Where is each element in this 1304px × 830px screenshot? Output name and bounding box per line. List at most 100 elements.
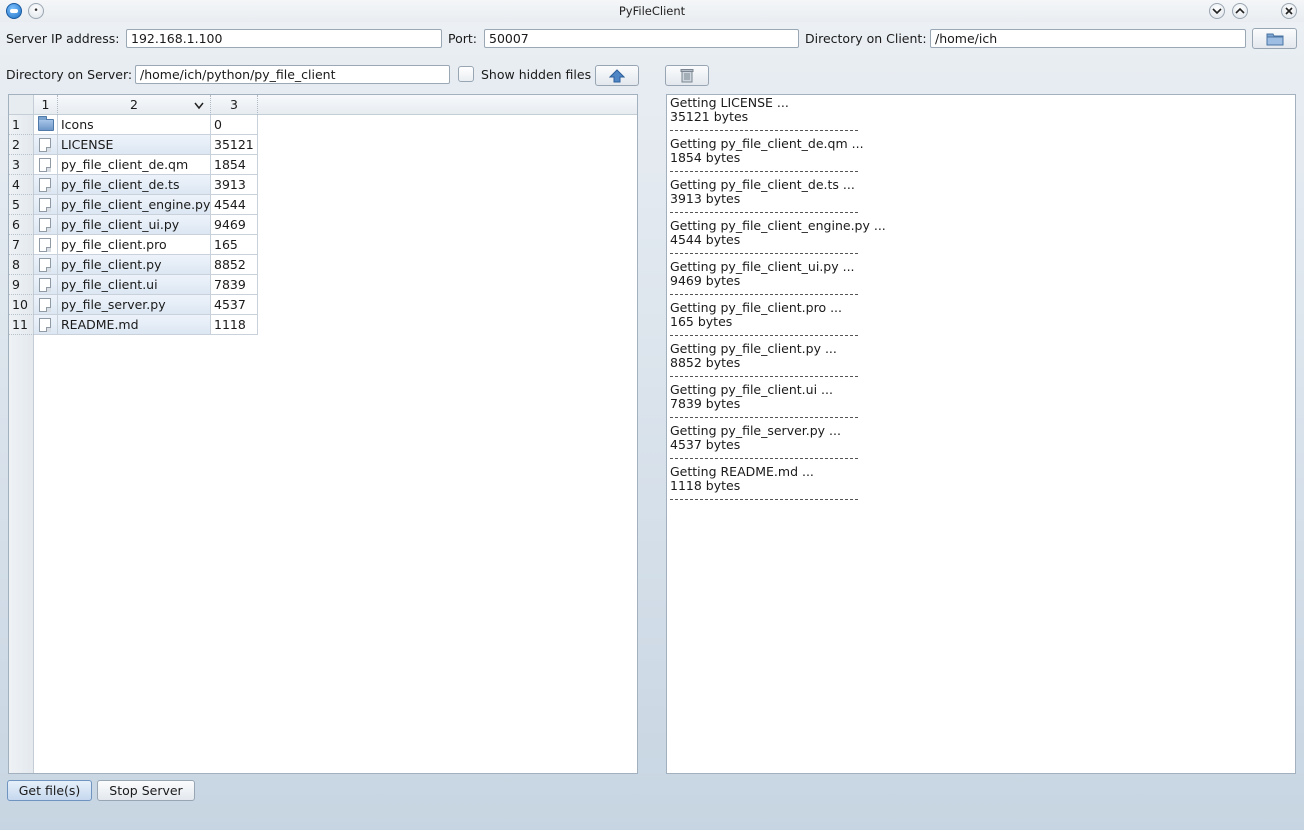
table-cell-icon[interactable]	[34, 175, 58, 195]
show-hidden-checkbox[interactable]	[458, 66, 474, 82]
row-header[interactable]: 1	[9, 115, 34, 135]
row-header[interactable]: 9	[9, 275, 34, 295]
log-getting-line: Getting py_file_client_de.qm ...	[670, 136, 864, 151]
maximize-button[interactable]	[1232, 3, 1248, 19]
log-bytes-line: 8852 bytes	[670, 355, 741, 370]
table-cell-size[interactable]: 7839	[211, 275, 258, 295]
log-separator	[670, 253, 858, 254]
log-separator	[670, 294, 858, 295]
table-cell-icon[interactable]	[34, 235, 58, 255]
log-getting-line: Getting LICENSE ...	[670, 95, 789, 110]
close-icon	[1285, 7, 1293, 15]
minimize-button[interactable]	[1209, 3, 1225, 19]
table-cell-icon[interactable]	[34, 195, 58, 215]
server-ip-label: Server IP address:	[6, 31, 120, 46]
file-icon	[39, 258, 51, 272]
table-cell-icon[interactable]	[34, 215, 58, 235]
table-cell-size[interactable]: 4544	[211, 195, 258, 215]
table-cell-icon[interactable]	[34, 115, 58, 135]
file-table[interactable]: 1 2 3 1 Icons 0 2 LICENSE 35121 3 py_file_clien…	[8, 94, 638, 774]
log-bytes-line: 1854 bytes	[670, 150, 741, 165]
row-header[interactable]: 3	[9, 155, 34, 175]
log-separator	[670, 212, 858, 213]
file-icon	[39, 218, 51, 232]
log-getting-line: Getting py_file_client.ui ...	[670, 382, 833, 397]
table-cell-name[interactable]: py_file_server.py	[58, 295, 211, 315]
log-getting-line: Getting py_file_server.py ...	[670, 423, 841, 438]
log-bytes-line: 4544 bytes	[670, 232, 741, 247]
chevron-down-icon	[1212, 8, 1222, 15]
log-separator	[670, 458, 858, 459]
table-cell-name[interactable]: py_file_client.ui	[58, 275, 211, 295]
trash-icon	[680, 69, 694, 83]
row-header[interactable]: 6	[9, 215, 34, 235]
column-header-2-label: 2	[130, 97, 138, 112]
up-directory-button[interactable]	[595, 65, 639, 86]
column-header-2[interactable]: 2	[58, 95, 211, 115]
column-header-1[interactable]: 1	[34, 95, 58, 115]
table-cell-name[interactable]: README.md	[58, 315, 211, 335]
table-cell-size[interactable]: 35121	[211, 135, 258, 155]
transfer-log[interactable]: Getting LICENSE ... 35121 bytes Getting py…	[666, 94, 1296, 774]
arrow-up-icon	[608, 69, 626, 83]
table-cell-name[interactable]: Icons	[58, 115, 211, 135]
log-separator	[670, 335, 858, 336]
file-icon	[39, 278, 51, 292]
table-cell-name[interactable]: py_file_client_engine.py	[58, 195, 211, 215]
server-dir-input[interactable]: /home/ich/python/py_file_client	[135, 65, 450, 84]
folder-icon	[1266, 33, 1283, 46]
title-bar: • PyFileClient	[0, 0, 1304, 22]
log-getting-line: Getting py_file_client_de.ts ...	[670, 177, 855, 192]
table-cell-name[interactable]: LICENSE	[58, 135, 211, 155]
table-cell-name[interactable]: py_file_client_ui.py	[58, 215, 211, 235]
table-corner	[9, 95, 34, 115]
table-cell-name[interactable]: py_file_client.py	[58, 255, 211, 275]
table-cell-icon[interactable]	[34, 275, 58, 295]
log-separator	[670, 171, 858, 172]
port-label: Port:	[448, 31, 477, 46]
table-cell-size[interactable]: 1854	[211, 155, 258, 175]
table-cell-size[interactable]: 1118	[211, 315, 258, 335]
table-cell-icon[interactable]	[34, 155, 58, 175]
row-header[interactable]: 7	[9, 235, 34, 255]
table-cell-icon[interactable]	[34, 315, 58, 335]
server-ip-input[interactable]: 192.168.1.100	[126, 29, 442, 48]
table-cell-icon[interactable]	[34, 135, 58, 155]
show-hidden-label: Show hidden files	[481, 67, 592, 82]
row-header[interactable]: 4	[9, 175, 34, 195]
table-cell-icon[interactable]	[34, 295, 58, 315]
table-cell-icon[interactable]	[34, 255, 58, 275]
table-cell-size[interactable]: 9469	[211, 215, 258, 235]
table-cell-name[interactable]: py_file_client.pro	[58, 235, 211, 255]
get-files-button[interactable]: Get file(s)	[7, 780, 92, 801]
sort-chevron-down-icon	[194, 102, 204, 110]
row-header[interactable]: 5	[9, 195, 34, 215]
close-button[interactable]	[1281, 3, 1297, 19]
log-separator	[670, 376, 858, 377]
table-cell-size[interactable]: 165	[211, 235, 258, 255]
port-input[interactable]: 50007	[484, 29, 799, 48]
server-dir-label: Directory on Server:	[6, 67, 133, 82]
client-dir-input[interactable]: /home/ich	[930, 29, 1246, 48]
stop-server-button[interactable]: Stop Server	[97, 780, 195, 801]
column-header-bar: 1 2 3	[34, 95, 637, 115]
column-header-3[interactable]: 3	[211, 95, 258, 115]
chevron-up-icon	[1235, 7, 1245, 14]
window-title: PyFileClient	[618, 4, 686, 18]
table-cell-size[interactable]: 3913	[211, 175, 258, 195]
log-bytes-line: 1118 bytes	[670, 478, 741, 493]
table-cell-name[interactable]: py_file_client_de.ts	[58, 175, 211, 195]
table-cell-size[interactable]: 0	[211, 115, 258, 135]
clear-log-button[interactable]	[665, 65, 709, 86]
row-header[interactable]: 10	[9, 295, 34, 315]
log-getting-line: Getting py_file_client.py ...	[670, 341, 837, 356]
file-icon	[39, 318, 51, 332]
file-icon	[39, 298, 51, 312]
table-cell-name[interactable]: py_file_client_de.qm	[58, 155, 211, 175]
browse-client-dir-button[interactable]	[1252, 28, 1297, 49]
table-cell-size[interactable]: 8852	[211, 255, 258, 275]
row-header[interactable]: 11	[9, 315, 34, 335]
table-cell-size[interactable]: 4537	[211, 295, 258, 315]
row-header[interactable]: 8	[9, 255, 34, 275]
row-header[interactable]: 2	[9, 135, 34, 155]
